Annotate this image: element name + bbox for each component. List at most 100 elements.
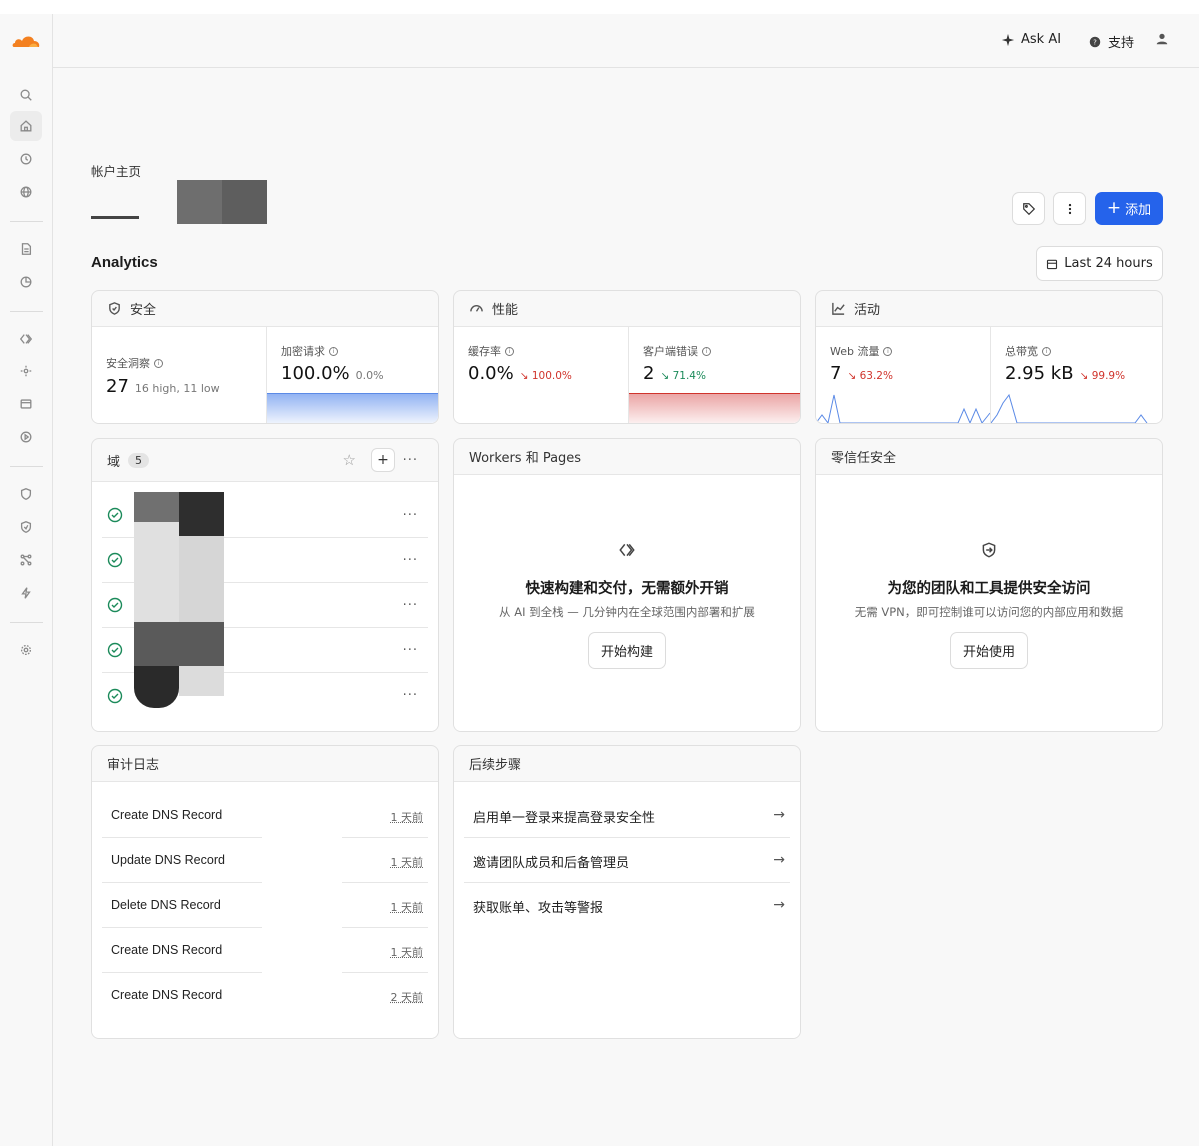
shield-icon[interactable] [10, 479, 42, 509]
network-icon[interactable] [10, 545, 42, 575]
next-step-row[interactable]: 获取账单、攻击等警报 → [464, 883, 790, 928]
zero-trust-subtext: 无需 VPN，即可控制谁可以访问您的内部应用和数据 [854, 605, 1124, 619]
row-menu-icon[interactable]: ··· [403, 598, 418, 613]
plus-icon: + [1106, 198, 1122, 218]
next-step-row[interactable]: 邀请团队成员和后备管理员 → [464, 838, 790, 883]
search-icon[interactable] [10, 80, 42, 110]
user-icon [1156, 33, 1168, 45]
performance-card: 性能 缓存率 i 0.0% ↘ 100.0% 客户端错误 i 2 ↘ 71.4% [453, 290, 801, 424]
time-range-button[interactable]: Last 24 hours [1036, 246, 1163, 281]
zero-trust-heading: 为您的团队和工具提供安全访问 [887, 581, 1091, 597]
status-check-icon [107, 642, 123, 658]
sidebar-divider [10, 221, 43, 222]
gear-icon[interactable] [10, 635, 42, 665]
home-icon[interactable] [10, 111, 42, 141]
client-errors-delta: ↘ 71.4% [660, 370, 706, 382]
audit-action: Delete DNS Record [111, 898, 221, 912]
globe-icon[interactable] [10, 177, 42, 207]
next-steps-card: 后续步骤 启用单一登录来提高登录安全性 → 邀请团队成员和后备管理员 → 获取账… [453, 745, 801, 1039]
workers-icon[interactable] [10, 324, 42, 354]
user-menu-button[interactable] [1155, 32, 1169, 46]
bolt-icon[interactable] [10, 578, 42, 608]
cloudflare-logo-icon[interactable] [11, 32, 41, 50]
encrypted-label: 加密请求 [281, 345, 325, 358]
cache-delta: ↘ 100.0% [519, 370, 572, 382]
chart-icon[interactable] [10, 267, 42, 297]
row-menu-icon[interactable]: ··· [403, 508, 418, 523]
document-icon[interactable] [10, 234, 42, 264]
row-menu-icon[interactable]: ··· [403, 553, 418, 568]
encrypted-sparkline [267, 393, 438, 423]
domains-card: 域 5 ☆ + ··· ··· ··· ··· ··· ··· [91, 438, 439, 732]
sidebar-divider [10, 622, 43, 623]
zero-trust-icon [982, 542, 996, 558]
client-errors-value: 2 [643, 363, 655, 384]
cache-rate-metric[interactable]: 缓存率 i 0.0% ↘ 100.0% [454, 327, 628, 423]
add-button[interactable]: + 添加 [1095, 192, 1163, 225]
next-step-row[interactable]: 启用单一登录来提高登录安全性 → [464, 793, 790, 838]
add-domain-button[interactable]: + [371, 448, 395, 472]
encrypted-delta: 0.0% [355, 369, 384, 382]
history-icon[interactable] [10, 144, 42, 174]
performance-title: 性能 [492, 303, 519, 318]
workers-card: Workers 和 Pages 快速构建和交付，无需额外开销 从 AI 到全栈 … [453, 438, 801, 732]
zero-trust-icon[interactable] [10, 512, 42, 542]
sidebar-divider [10, 311, 43, 312]
get-started-button[interactable]: 开始使用 [949, 632, 1028, 669]
audit-action: Update DNS Record [111, 853, 225, 867]
breadcrumb: 帐户主页 [91, 164, 142, 179]
more-options-button[interactable] [1053, 192, 1086, 225]
audit-time: 1 天前 [390, 901, 424, 914]
sparkle-icon [1001, 33, 1015, 46]
media-icon[interactable] [10, 422, 42, 452]
insights-sub: 16 high, 11 low [134, 382, 220, 395]
kebab-icon [1068, 203, 1071, 214]
traffic-value: 7 [830, 363, 842, 384]
analytics-title: Analytics [91, 254, 158, 271]
ai-icon[interactable] [10, 356, 42, 386]
client-errors-metric[interactable]: 客户端错误 i 2 ↘ 71.4% [628, 327, 800, 423]
calendar-icon [1047, 259, 1058, 269]
tag-icon [1022, 202, 1035, 215]
bandwidth-label: 总带宽 [1005, 345, 1038, 358]
client-errors-sparkline [629, 393, 800, 423]
cache-label: 缓存率 [468, 345, 501, 358]
audit-action: Create DNS Record [111, 988, 223, 1002]
info-icon: i [154, 358, 163, 368]
row-menu-icon[interactable]: ··· [403, 688, 418, 703]
ask-ai-button[interactable]: Ask AI [1001, 32, 1061, 47]
traffic-delta: ↘ 63.2% [847, 370, 893, 382]
info-icon: i [702, 346, 711, 356]
security-title: 安全 [130, 303, 157, 318]
security-insights-metric[interactable]: 安全洞察 i 27 16 high, 11 low [92, 327, 266, 423]
status-check-icon [107, 552, 123, 568]
audit-action: Create DNS Record [111, 943, 223, 957]
traffic-label: Web 流量 [830, 345, 880, 358]
activity-title: 活动 [854, 303, 881, 318]
activity-card: 活动 Web 流量 i 7 ↘ 63.2% 总带宽 i 2.95 kB ↘ 99.9% [815, 290, 1163, 424]
row-menu-icon[interactable]: ··· [403, 643, 418, 658]
storage-icon[interactable] [10, 389, 42, 419]
cache-value: 0.0% [468, 363, 514, 384]
account-name-redacted [91, 180, 291, 226]
audit-log-card: 审计日志 Create DNS Record 1 天前 Update DNS R… [91, 745, 439, 1039]
encrypted-requests-metric[interactable]: 加密请求 i 100.0% 0.0% [266, 327, 438, 423]
workers-icon [619, 543, 635, 557]
web-traffic-metric[interactable]: Web 流量 i 7 ↘ 63.2% [816, 327, 990, 423]
support-label: 支持 [1108, 36, 1135, 51]
audit-time: 2 天前 [390, 991, 424, 1004]
start-building-button[interactable]: 开始构建 [587, 632, 666, 669]
tag-button[interactable] [1012, 192, 1045, 225]
bandwidth-metric[interactable]: 总带宽 i 2.95 kB ↘ 99.9% [990, 327, 1162, 423]
star-icon[interactable]: ☆ [343, 451, 356, 469]
status-check-icon [107, 507, 123, 523]
info-icon: i [505, 346, 514, 356]
sidebar-divider [10, 466, 43, 467]
support-button[interactable]: ? 支持 [1088, 32, 1134, 51]
next-step-label: 启用单一登录来提高登录安全性 [473, 811, 656, 826]
workers-heading: 快速构建和交付，无需额外开销 [525, 581, 729, 597]
arrow-right-icon: → [773, 852, 785, 868]
help-icon: ? [1089, 36, 1101, 47]
domains-more-icon[interactable]: ··· [403, 453, 418, 468]
status-check-icon [107, 597, 123, 613]
